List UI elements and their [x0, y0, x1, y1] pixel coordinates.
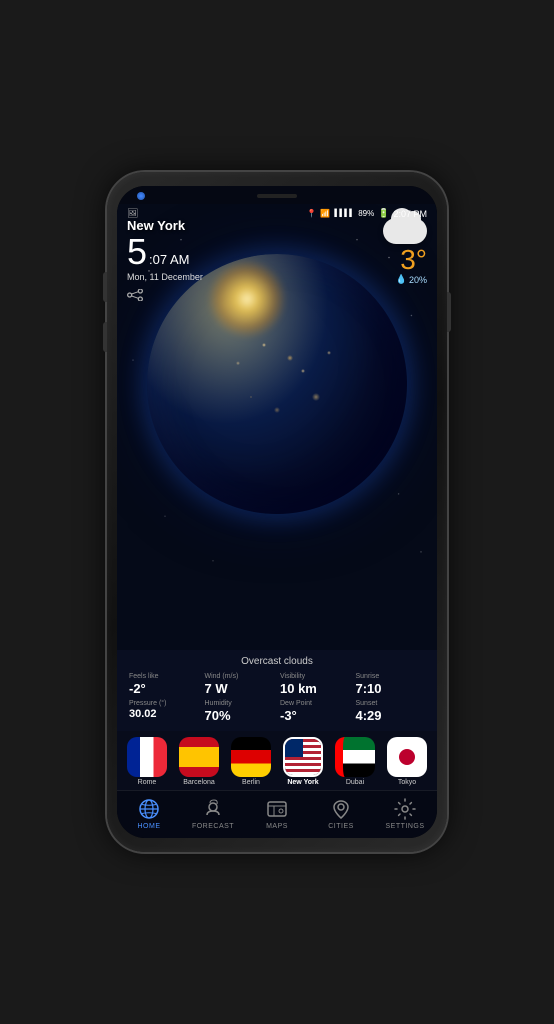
status-bar: 🖼 📍 📶 ▌▌▌▌ 89% 🔋 2:07 PM — [117, 204, 437, 221]
clock-time: 2:07 PM — [393, 209, 427, 219]
temperature-display: 3° — [383, 246, 427, 274]
time-hour: 5 — [127, 234, 147, 270]
city-thumb-tokyo[interactable]: Tokyo — [383, 737, 431, 786]
weather-condition: Overcast clouds — [129, 656, 425, 667]
front-camera — [137, 192, 145, 200]
phone-device: 🖼 📍 📶 ▌▌▌▌ 89% 🔋 2:07 PM New York 5 :07 … — [107, 172, 447, 852]
visibility-value: 10 km — [280, 681, 350, 696]
nav-label-forecast: FORECAST — [192, 823, 234, 830]
home-icon — [137, 797, 161, 821]
location-icon: 📍 — [306, 209, 316, 218]
sunset-label: Sunset — [356, 700, 426, 707]
cloud-shape — [383, 218, 427, 244]
city-label-tokyo: Tokyo — [398, 779, 416, 786]
speaker — [257, 194, 297, 198]
weather-grid: Feels like -2° Wind (m/s) 7 W Visibility… — [129, 673, 425, 723]
nav-label-home: HOME — [138, 823, 161, 830]
nav-item-maps[interactable]: MAPS — [252, 797, 302, 830]
nav-label-cities: CITIES — [328, 823, 354, 830]
pressure-value: 30.02 — [129, 708, 199, 720]
weather-details-panel: Overcast clouds Feels like -2° Wind (m/s… — [117, 650, 437, 731]
dew-point-label: Dew Point — [280, 700, 350, 707]
humidity-label: Humidity — [205, 700, 275, 707]
wind-stat: Wind (m/s) 7 W — [205, 673, 275, 696]
sunrise-value: 7:10 — [356, 681, 426, 696]
feels-like-value: -2° — [129, 681, 199, 696]
visibility-stat: Visibility 10 km — [280, 673, 350, 696]
city-thumb-berlin[interactable]: Berlin — [227, 737, 275, 786]
nav-item-cities[interactable]: CITIES — [316, 797, 366, 830]
sunset-stat: Sunset 4:29 — [356, 700, 426, 723]
nav-label-settings: SETTINGS — [385, 823, 424, 830]
pressure-stat: Pressure (°) 30.02 — [129, 700, 199, 723]
bottom-navigation: HOME FORECAST — [117, 790, 437, 838]
precipitation-value: 20% — [409, 275, 427, 285]
city-label-barcelona: Barcelona — [183, 779, 215, 786]
share-button[interactable] — [127, 288, 203, 306]
city-thumb-barcelona[interactable]: Barcelona — [175, 737, 223, 786]
status-left: 🖼 — [127, 208, 138, 219]
nav-item-home[interactable]: HOME — [124, 797, 174, 830]
weather-right: 3° 💧 20% — [383, 218, 427, 285]
city-label-dubai: Dubai — [346, 779, 364, 786]
settings-icon — [393, 797, 417, 821]
maps-icon — [265, 797, 289, 821]
visibility-label: Visibility — [280, 673, 350, 680]
phone-screen: 🖼 📍 📶 ▌▌▌▌ 89% 🔋 2:07 PM New York 5 :07 … — [117, 186, 437, 838]
forecast-icon — [201, 797, 225, 821]
nav-item-settings[interactable]: SETTINGS — [380, 797, 430, 830]
battery-icon: 🔋 — [378, 208, 389, 219]
battery-percent: 89% — [358, 209, 374, 218]
city-label-berlin: Berlin — [242, 779, 260, 786]
city-thumbnails: Rome Barcelona Berlin New York — [117, 731, 437, 790]
sun-glow — [207, 259, 287, 339]
city-label-newyork: New York — [287, 779, 318, 786]
date-display: Mon, 11 December — [127, 272, 203, 282]
sunset-value: 4:29 — [356, 708, 426, 723]
city-label-rome: Rome — [138, 779, 157, 786]
city-thumb-dubai[interactable]: Dubai — [331, 737, 379, 786]
phone-top-bar — [117, 186, 437, 204]
status-right: 📍 📶 ▌▌▌▌ 89% 🔋 2:07 PM — [306, 208, 427, 219]
feels-like-stat: Feels like -2° — [129, 673, 199, 696]
humidity-value: 70% — [205, 708, 275, 723]
weather-header: New York 5 :07 AM Mon, 11 December — [127, 218, 203, 306]
sunrise-stat: Sunrise 7:10 — [356, 673, 426, 696]
weather-cloud-icon — [383, 218, 427, 244]
cities-icon — [329, 797, 353, 821]
humidity-stat: Humidity 70% — [205, 700, 275, 723]
dew-point-stat: Dew Point -3° — [280, 700, 350, 723]
precipitation-display: 💧 20% — [383, 274, 427, 285]
raindrop-icon: 💧 — [396, 274, 407, 285]
nav-label-maps: MAPS — [266, 823, 288, 830]
wind-label: Wind (m/s) — [205, 673, 275, 680]
city-thumb-rome[interactable]: Rome — [123, 737, 171, 786]
signal-icon: ▌▌▌▌ — [334, 210, 354, 217]
weather-background: 🖼 📍 📶 ▌▌▌▌ 89% 🔋 2:07 PM New York 5 :07 … — [117, 204, 437, 650]
feels-like-label: Feels like — [129, 673, 199, 680]
dew-point-value: -3° — [280, 708, 350, 723]
city-thumb-newyork[interactable]: New York — [279, 737, 327, 786]
wind-value: 7 W — [205, 681, 275, 696]
time-display: 5 :07 AM — [127, 234, 203, 270]
wifi-icon: 📶 — [320, 209, 330, 218]
pressure-label: Pressure (°) — [129, 700, 199, 707]
image-icon: 🖼 — [127, 208, 138, 219]
nav-item-forecast[interactable]: FORECAST — [188, 797, 238, 830]
time-min-suffix: :07 AM — [149, 252, 189, 267]
sunrise-label: Sunrise — [356, 673, 426, 680]
